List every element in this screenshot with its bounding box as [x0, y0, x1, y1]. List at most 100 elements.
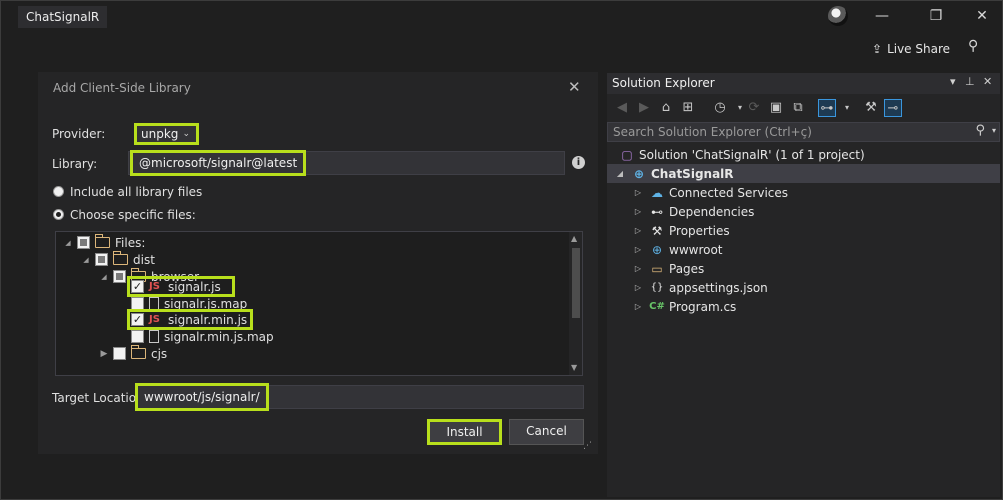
dropdown-arrow-icon[interactable]: ▾: [950, 75, 956, 88]
minimize-button[interactable]: —: [868, 4, 896, 28]
checkbox[interactable]: [131, 330, 144, 343]
target-location-input[interactable]: wwwroot/js/signalr/: [135, 383, 584, 411]
folder-icon: [113, 251, 128, 265]
resize-grip-icon[interactable]: ⋰: [583, 441, 592, 451]
checkbox[interactable]: [77, 236, 90, 249]
app-title: ChatSignalR: [18, 6, 108, 28]
close-panel-icon[interactable]: ✕: [983, 75, 992, 88]
solution-explorer-toolbar: ◀ ▶ ⌂ ⊞ ◷ ▾ ⟳ ▣ ⧉ ⊶ ▾ ⚒ ⊸: [607, 96, 1000, 120]
expand-icon[interactable]: ▷: [633, 226, 643, 235]
tree-row[interactable]: ✓ JS signalr.js: [131, 278, 221, 295]
live-share-button[interactable]: ⇪ Live Share: [872, 40, 950, 58]
cancel-button[interactable]: Cancel: [509, 419, 584, 445]
chevron-down-icon[interactable]: ▾: [992, 126, 996, 135]
tree-item-appsettings[interactable]: ▷ {} appsettings.json: [607, 278, 1000, 297]
close-window-button[interactable]: ✕: [968, 4, 996, 28]
expand-icon[interactable]: ▷: [633, 283, 643, 292]
solution-explorer-panel: Solution Explorer ▾ ⊥ ✕ ◀ ▶ ⌂ ⊞ ◷ ▾ ⟳ ▣ …: [607, 73, 1000, 497]
add-library-dialog: Add Client-Side Library ✕ Provider: unpk…: [38, 72, 598, 454]
collapse-icon[interactable]: ◢: [64, 239, 72, 247]
file-icon: [149, 330, 159, 343]
sync-icon[interactable]: ⟳: [745, 99, 763, 117]
dependencies-icon: ⊷: [651, 204, 663, 219]
sync-with-document-icon[interactable]: ⊶: [818, 99, 836, 117]
web-project-icon: ⊕: [633, 166, 645, 181]
checkbox[interactable]: [113, 347, 126, 360]
wrench-icon: ⚒: [651, 223, 663, 238]
choose-specific-radio[interactable]: [53, 209, 64, 220]
include-all-label: Include all library files: [70, 185, 203, 199]
collapse-icon[interactable]: ◢: [82, 256, 90, 264]
choose-specific-label: Choose specific files:: [70, 208, 196, 222]
folder-icon: [131, 345, 146, 359]
expand-icon[interactable]: ▷: [633, 207, 643, 216]
feedback-icon[interactable]: ⚲: [968, 38, 988, 58]
solution-label: Solution 'ChatSignalR' (1 of 1 project): [639, 147, 865, 162]
tree-label: Files:: [115, 235, 146, 250]
expand-icon[interactable]: ▷: [633, 264, 643, 273]
expand-icon[interactable]: ▷: [633, 302, 643, 311]
tree-item-program[interactable]: ▷ C# Program.cs: [607, 297, 1000, 316]
checkbox[interactable]: [95, 253, 108, 266]
tree-item-dependencies[interactable]: ▷ ⊷ Dependencies: [607, 202, 1000, 221]
switch-views-icon[interactable]: ⊞: [679, 99, 697, 117]
solution-node[interactable]: ▢ Solution 'ChatSignalR' (1 of 1 project…: [607, 145, 1000, 164]
search-icon[interactable]: ⚲: [975, 123, 985, 138]
include-all-radio[interactable]: [53, 186, 64, 197]
library-label: Library:: [52, 157, 98, 171]
csharp-icon: C#: [649, 300, 665, 312]
collapse-icon[interactable]: ◢: [100, 273, 108, 281]
checkbox-checked[interactable]: ✓: [131, 313, 144, 326]
tree-item-connected-services[interactable]: ▷ ☁ Connected Services: [607, 183, 1000, 202]
scroll-thumb[interactable]: [572, 248, 580, 318]
chevron-down-icon[interactable]: ▾: [838, 99, 856, 117]
user-avatar[interactable]: [828, 6, 848, 26]
chevron-down-icon: ⌄: [182, 129, 190, 139]
pin-icon[interactable]: ⊥: [965, 75, 975, 88]
globe-icon: ⊕: [651, 242, 663, 257]
info-icon[interactable]: i: [572, 156, 585, 169]
project-node[interactable]: ◢ ⊕ ChatSignalR: [607, 164, 1000, 183]
solution-explorer-search[interactable]: Search Solution Explorer (Ctrl+ç) ⚲ ▾: [607, 122, 1000, 142]
provider-select[interactable]: unpkg ⌄: [134, 123, 199, 145]
file-tree: ◢ Files: ◢ dist ◢ browser ✓ JS signalr.j…: [55, 231, 583, 376]
install-button[interactable]: Install: [427, 419, 502, 445]
tree-label: dist: [133, 252, 155, 267]
tree-row[interactable]: ◢ dist: [82, 251, 155, 268]
collapse-all-icon[interactable]: ▣: [767, 99, 785, 117]
dialog-close-icon[interactable]: ✕: [568, 78, 581, 96]
expand-icon[interactable]: ▷: [633, 188, 643, 197]
properties-wrench-icon[interactable]: ⚒: [862, 99, 880, 117]
provider-label: Provider:: [52, 127, 106, 141]
tree-row[interactable]: signalr.min.js.map: [131, 328, 274, 345]
home-icon[interactable]: ⌂: [657, 99, 675, 117]
tree-label: cjs: [151, 346, 168, 361]
tree-item-pages[interactable]: ▷ ▭ Pages: [607, 259, 1000, 278]
tree-row[interactable]: ◢ Files:: [64, 234, 145, 251]
target-location-value: wwwroot/js/signalr/: [135, 383, 269, 411]
js-file-icon: JS: [149, 314, 160, 325]
show-all-files-icon[interactable]: ⧉: [789, 99, 807, 117]
checkbox[interactable]: [113, 270, 126, 283]
scroll-up-icon[interactable]: ▲: [571, 234, 577, 243]
library-input[interactable]: @microsoft/signalr@latest: [128, 150, 565, 176]
collapse-icon[interactable]: ◢: [615, 169, 625, 178]
tree-item-wwwroot[interactable]: ▷ ⊕ wwwroot: [607, 240, 1000, 259]
back-icon[interactable]: ◀: [613, 99, 631, 117]
solution-explorer-header: Solution Explorer ▾ ⊥ ✕: [607, 73, 1000, 94]
share-icon: ⇪: [872, 42, 883, 56]
tree-scrollbar[interactable]: ▲ ▼: [569, 232, 582, 375]
tree-item-properties[interactable]: ▷ ⚒ Properties: [607, 221, 1000, 240]
folder-icon: ▭: [651, 261, 663, 276]
tree-row[interactable]: ▶ cjs: [100, 345, 167, 362]
expand-icon[interactable]: ▶: [100, 349, 108, 359]
checkbox-checked[interactable]: ✓: [131, 280, 144, 293]
expand-icon[interactable]: ▷: [633, 245, 643, 254]
preview-icon[interactable]: ⊸: [884, 99, 902, 117]
js-file-icon: JS: [149, 281, 160, 292]
pending-changes-icon[interactable]: ◷: [711, 99, 729, 117]
forward-icon[interactable]: ▶: [635, 99, 653, 117]
tree-row[interactable]: ✓ JS signalr.min.js: [131, 311, 247, 328]
scroll-down-icon[interactable]: ▼: [571, 363, 577, 372]
restore-button[interactable]: ❐: [922, 4, 950, 28]
